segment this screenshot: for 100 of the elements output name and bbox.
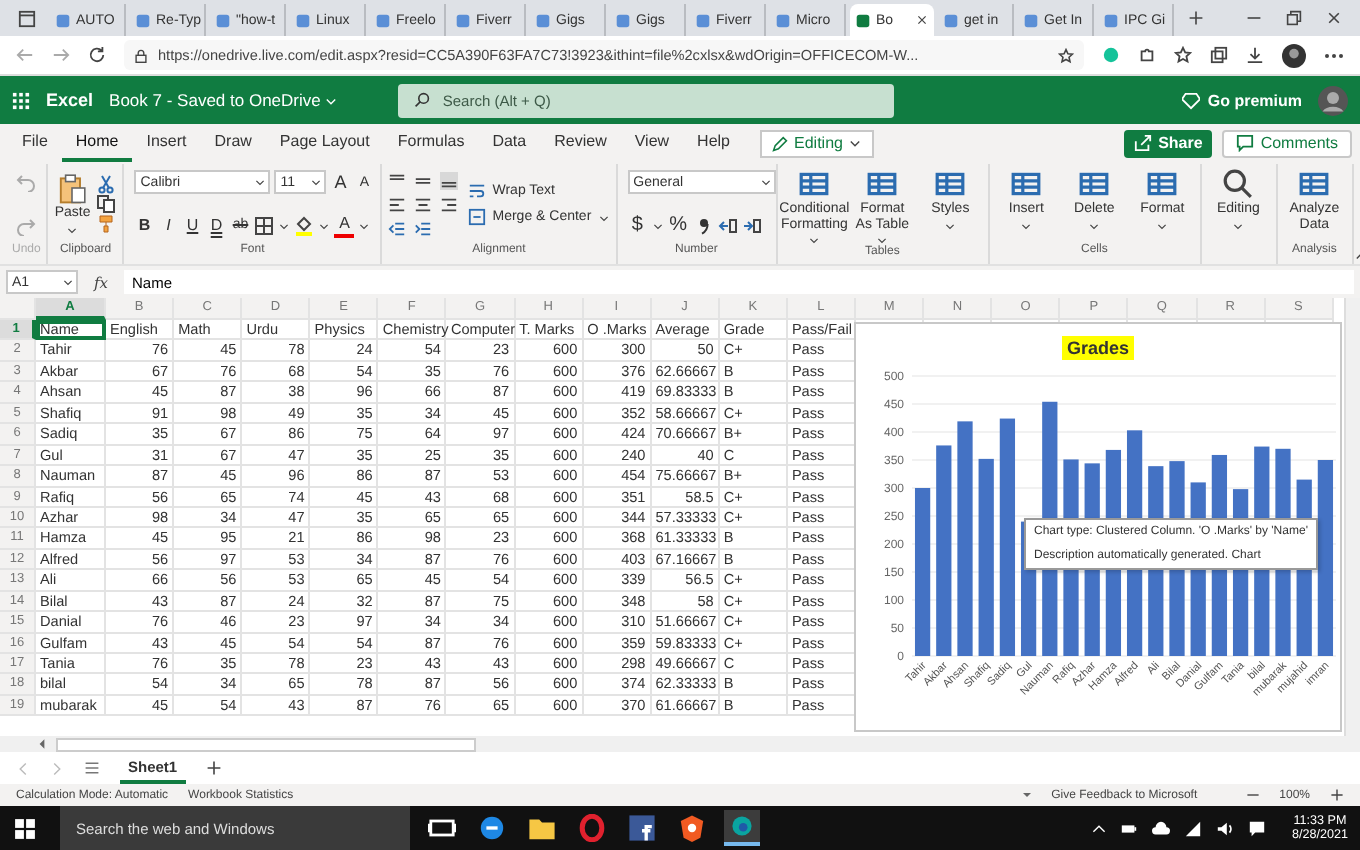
grid-icon [1146,168,1179,200]
avatar-icon[interactable] [1282,43,1306,67]
ribbon-tab[interactable]: View [620,124,684,162]
battery-icon[interactable] [1119,819,1138,837]
vertical-align-icon[interactable] [440,171,459,189]
vertical-scrollbar[interactable] [1344,298,1360,736]
wifi-icon[interactable] [1183,819,1202,837]
more-icon[interactable] [1324,51,1344,59]
text-align-icon[interactable] [388,195,407,213]
caret-icon [66,223,79,236]
diamond-icon [1181,91,1200,109]
new-tab-icon[interactable] [1188,10,1204,26]
zoom-out-icon[interactable] [1245,788,1260,802]
currency-button[interactable]: $ [627,213,648,238]
editing-dropdown[interactable]: Editing [760,129,875,157]
share-icon [1134,134,1153,152]
document-title[interactable]: Book 7 - Saved to OneDrive [109,90,339,110]
caret-icon [324,93,339,107]
page-icon [536,13,550,27]
caret-icon [876,234,889,247]
ribbon-tab[interactable]: Formulas [383,124,479,162]
ribbon-tab[interactable]: Help [683,124,744,162]
increase-indent-icon[interactable] [414,219,433,237]
app-name[interactable]: Excel [46,90,94,110]
speaker-icon[interactable] [1215,819,1234,837]
percent-button[interactable]: % [667,213,690,238]
text-align-icon[interactable] [414,195,433,213]
menu-icon[interactable] [84,760,100,776]
app-tile-icon[interactable] [624,810,660,846]
favorites-icon[interactable] [1174,46,1192,64]
double-underline-button[interactable]: D [206,213,227,238]
caret-icon[interactable] [1021,790,1032,800]
horizontal-scrollbar[interactable] [0,736,1360,752]
copy-icon[interactable] [96,194,117,214]
increase-font-size-button[interactable]: A [330,170,351,195]
ribbon-tab[interactable]: Review [540,124,621,162]
text-align-icon[interactable] [440,195,459,213]
increase-decimal-icon[interactable] [717,215,738,236]
page-icon [136,13,150,27]
search-icon [414,92,431,108]
close-icon[interactable] [1326,10,1342,26]
cloud-icon[interactable] [1151,819,1170,837]
caret-icon [808,234,821,247]
page-icon [856,13,870,27]
collections-icon[interactable] [1210,46,1228,64]
page-icon [456,13,470,27]
page-icon [56,13,70,27]
caret-icon [848,136,863,150]
page-icon [376,13,390,27]
notification-icon[interactable] [1247,819,1266,837]
search-icon [1222,168,1255,200]
comments-button[interactable]: Comments [1222,129,1352,157]
grid-icon [798,168,831,200]
caret-icon [1020,219,1033,232]
scissors-icon[interactable] [96,174,117,194]
go-premium-button[interactable]: Go premium [1181,91,1302,109]
caret-icon [944,219,957,232]
scrollbar-thumb[interactable] [56,737,476,751]
caret-icon [1232,219,1245,232]
windows-start-icon[interactable] [14,817,36,839]
borders-icon[interactable] [254,215,275,236]
italic-button[interactable]: I [158,213,179,238]
reload-icon[interactable] [88,46,106,64]
restore-icon[interactable] [1286,10,1302,26]
page-icon [216,13,230,27]
fill-color-icon[interactable] [294,215,315,236]
browser-icon[interactable] [724,810,760,846]
zoom-in-icon[interactable] [1330,788,1344,802]
star-icon[interactable] [1058,47,1074,63]
pencil-icon [772,135,788,151]
decrease-indent-icon[interactable] [388,219,407,237]
caret-icon [278,219,291,232]
close-icon[interactable] [916,14,928,26]
ribbon-tab[interactable]: Insert [132,124,201,162]
decrease-decimal-icon[interactable] [741,215,762,236]
app-launcher-icon[interactable] [12,91,30,109]
clipboard-icon [56,172,89,205]
page-icon [696,13,710,27]
add-sheet-icon[interactable] [205,760,222,776]
ribbon-tab[interactable]: File [8,124,62,162]
underline-button[interactable]: U [182,213,203,238]
tab-actions-icon[interactable] [18,9,36,27]
caret-icon [310,176,323,189]
share-button[interactable]: Share [1124,129,1213,157]
caret-icon [254,176,267,189]
download-icon[interactable] [1246,46,1264,64]
page-icon [944,13,958,27]
ribbon-tab[interactable]: Page Layout [265,124,384,162]
ribbon-tab[interactable]: Data [478,124,541,162]
merge-icon [468,208,487,226]
lock-icon [134,47,148,63]
show-hidden-icons-icon[interactable] [1091,821,1106,835]
ribbon-tab[interactable]: Draw [200,124,266,162]
wrap-icon [468,182,487,200]
ring-logo-icon[interactable] [574,810,610,846]
font-color-button[interactable]: A [334,213,355,238]
bold-button[interactable]: B [134,213,155,238]
caret-icon [597,211,610,223]
page-icon [776,13,790,27]
caret-icon [318,219,331,232]
